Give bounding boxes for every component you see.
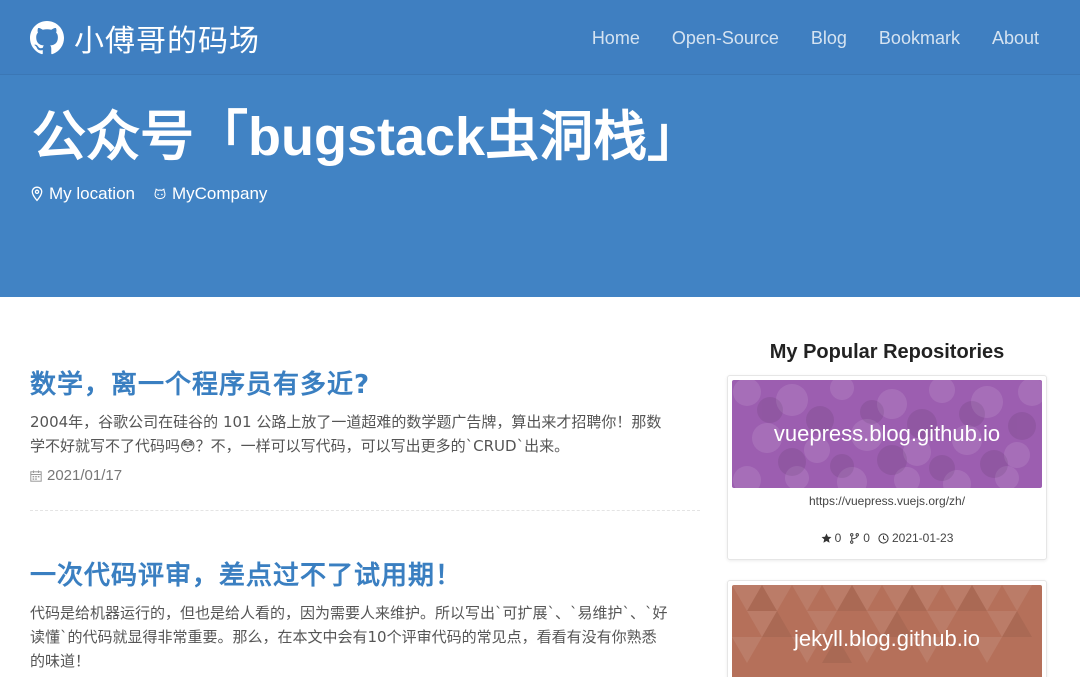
location-text: My location (49, 184, 135, 203)
fork-icon (850, 532, 860, 544)
page-title: 公众号「bugstack虫洞栈」 (32, 107, 702, 167)
stars-count: 0 (834, 531, 842, 545)
nav-open-source[interactable]: Open-Source (672, 28, 779, 49)
repo-stats: 0 0 2021-01-23 (728, 531, 1046, 545)
post-excerpt: 2004年，谷歌公司在硅谷的 101 公路上放了一道超难的数学题广告牌，算出来才… (30, 410, 702, 458)
nav-menu: Home Open-Source Blog Bookmark About (560, 28, 1039, 49)
forks-stat: 0 (849, 531, 870, 545)
post-divider (30, 510, 700, 511)
profile-meta: My location MyCompany (30, 184, 285, 204)
repo-url[interactable]: https://vuepress.vuejs.org/zh/ (728, 494, 1046, 508)
post-title-link[interactable]: 数学，离一个程序员有多近? (30, 368, 702, 402)
forks-count: 0 (863, 531, 870, 545)
clock-icon (878, 532, 889, 544)
updated-stat: 2021-01-23 (878, 531, 953, 545)
repo-banner[interactable]: vuepress.blog.github.io (732, 380, 1042, 488)
calendar-icon (30, 470, 42, 482)
brand-link[interactable]: 小傅哥的码场 (30, 17, 260, 59)
excerpt-line: 2004年，谷歌公司在硅谷的 101 公路上放了一道超难的数学题广告牌，算出来才… (30, 413, 662, 431)
repo-card[interactable]: jekyll.blog.github.io (727, 580, 1047, 677)
post-date: 2021/01/17 (30, 467, 702, 484)
repo-name: vuepress.blog.github.io (773, 421, 1001, 446)
nav-bookmark[interactable]: Bookmark (879, 28, 960, 49)
excerpt-line: 学不好就写不了代码吗😳？不，一样可以写代码，可以写出更多的`CRUD`出来。 (30, 437, 570, 455)
post-excerpt: 代码是给机器运行的，但也是给人看的，因为需要人来维护。所以写出`可扩展`、`易维… (30, 601, 702, 673)
location-item: My location (30, 184, 135, 204)
brand-name: 小傅哥的码场 (74, 24, 260, 59)
excerpt-line: 的味道！ (30, 652, 91, 670)
octoface-icon (154, 188, 166, 200)
excerpt-line: 代码是给机器运行的，但也是给人看的，因为需要人来维护。所以写出`可扩展`、`易维… (30, 604, 668, 622)
company-text: MyCompany (171, 184, 268, 203)
post-item: 数学，离一个程序员有多近? 2004年，谷歌公司在硅谷的 101 公路上放了一道… (30, 368, 702, 484)
excerpt-line: 读懂`的代码就显得非常重要。那么，在本文中会有10个评审代码的常见点，看看有没有… (30, 628, 657, 646)
repo-name: jekyll.blog.github.io (794, 626, 980, 651)
repo-banner[interactable]: jekyll.blog.github.io (732, 585, 1042, 677)
post-date-text: 2021/01/17 (47, 467, 123, 484)
nav-blog[interactable]: Blog (811, 28, 847, 49)
company-item: MyCompany (153, 184, 267, 204)
updated-date: 2021-01-23 (891, 531, 954, 545)
stars-stat: 0 (821, 531, 842, 545)
popular-repos-heading: My Popular Repositories (769, 341, 1005, 363)
post-item: 一次代码评审，差点过不了试用期！ 代码是给机器运行的，但也是给人看的，因为需要人… (30, 559, 702, 673)
repo-card[interactable]: vuepress.blog.github.io https://vuepress… (727, 375, 1047, 560)
nav-home[interactable]: Home (592, 28, 640, 49)
github-icon (30, 21, 64, 55)
navbar: 小傅哥的码场 Home Open-Source Blog Bookmark Ab… (0, 0, 1080, 75)
nav-about[interactable]: About (992, 28, 1039, 49)
site-header: 小傅哥的码场 Home Open-Source Blog Bookmark Ab… (0, 0, 1080, 297)
post-title-link[interactable]: 一次代码评审，差点过不了试用期！ (30, 559, 702, 593)
star-icon (821, 533, 832, 543)
location-pin-icon (31, 186, 43, 202)
